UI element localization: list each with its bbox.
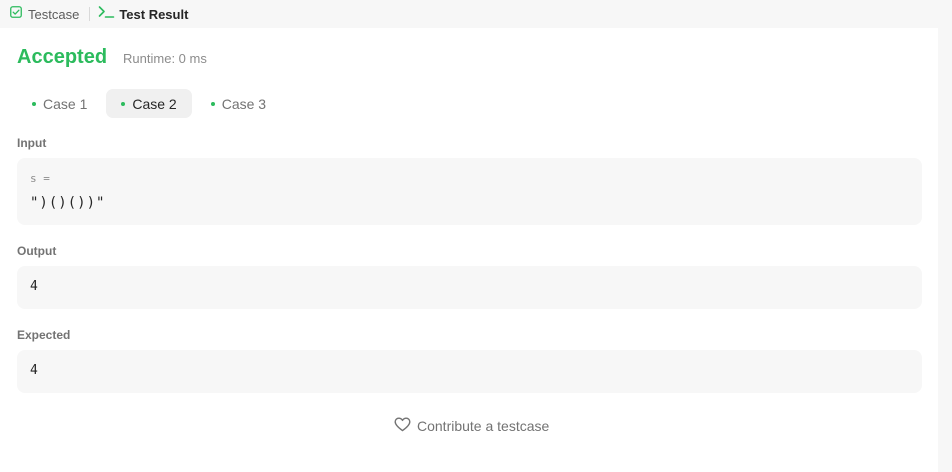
expected-heading: Expected bbox=[17, 328, 71, 342]
contribute-label: Contribute a testcase bbox=[417, 418, 550, 434]
checkbox-icon bbox=[10, 5, 22, 23]
tab-testcase-label: Testcase bbox=[28, 6, 80, 22]
tab-test-result-label: Test Result bbox=[119, 6, 189, 22]
case-tab-label: Case 1 bbox=[43, 95, 88, 112]
case-tabs: Case 1 Case 2 Case 3 bbox=[17, 89, 285, 118]
case-tab-1[interactable]: Case 1 bbox=[17, 89, 102, 118]
tab-divider bbox=[89, 7, 91, 21]
verdict-label: Accepted bbox=[17, 46, 108, 68]
terminal-prompt-icon bbox=[98, 5, 115, 24]
panel-tab-bar: Testcase Test Result bbox=[0, 0, 952, 28]
contribute-testcase-button[interactable]: Contribute a testcase bbox=[394, 417, 549, 435]
pass-dot-icon bbox=[210, 101, 215, 106]
heart-icon bbox=[394, 417, 411, 435]
expected-value: 4 bbox=[30, 363, 38, 378]
output-heading: Output bbox=[17, 244, 57, 258]
case-tab-label: Case 2 bbox=[132, 95, 177, 112]
tab-testcase[interactable]: Testcase bbox=[0, 0, 79, 28]
result-status: Accepted Runtime: 0 ms bbox=[17, 46, 207, 69]
input-box: s = ")()())" bbox=[17, 158, 922, 225]
output-value: 4 bbox=[30, 279, 38, 294]
expected-box: 4 bbox=[17, 350, 922, 393]
runtime-label: Runtime: 0 ms bbox=[123, 51, 207, 66]
pass-dot-icon bbox=[32, 101, 36, 106]
case-tab-2[interactable]: Case 2 bbox=[106, 89, 192, 118]
tab-test-result[interactable]: Test Result bbox=[98, 0, 188, 28]
input-heading: Input bbox=[17, 136, 47, 150]
input-variable-value: ")()())" bbox=[30, 195, 106, 211]
case-tab-label: Case 3 bbox=[221, 95, 267, 112]
case-tab-3[interactable]: Case 3 bbox=[196, 89, 281, 118]
input-variable-name: s = bbox=[30, 172, 50, 185]
output-box: 4 bbox=[17, 266, 922, 309]
pass-dot-icon bbox=[121, 101, 126, 106]
panel-edge bbox=[938, 28, 952, 472]
